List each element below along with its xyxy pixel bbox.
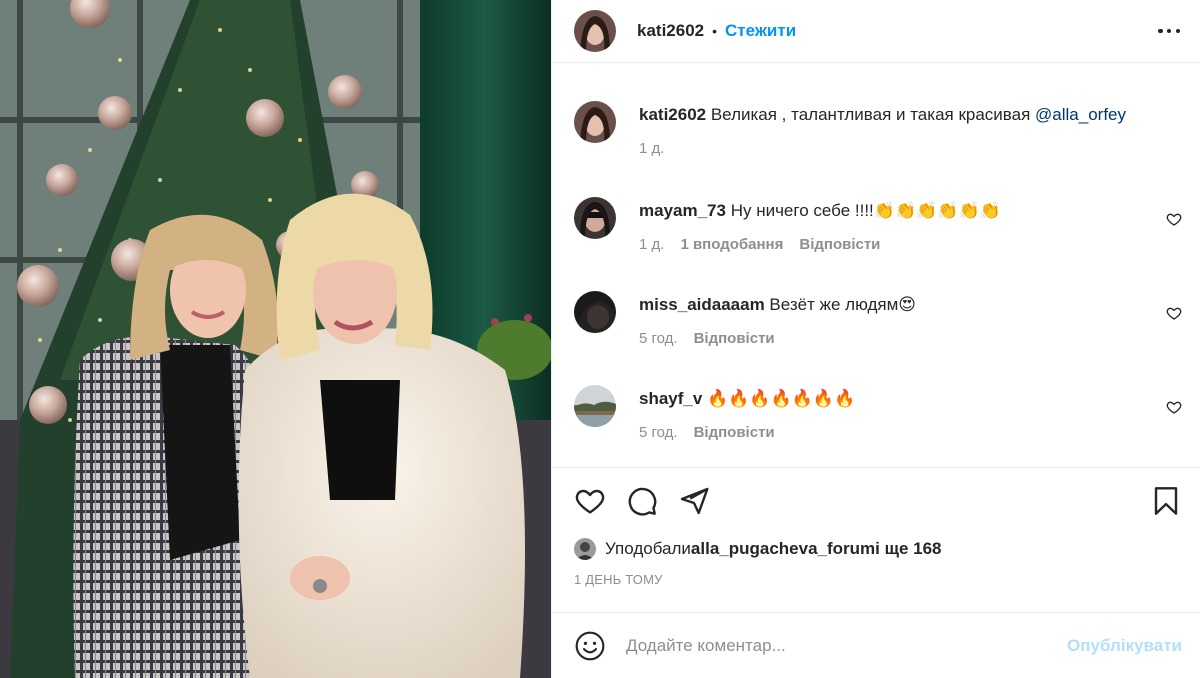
comment-text: Везёт же людям😍	[764, 295, 916, 314]
likes-summary: Уподобали alla_pugacheva_forum і ще 168	[552, 533, 1200, 565]
separator-dot: •	[712, 23, 718, 39]
publish-button[interactable]: Опублікувати	[1067, 636, 1182, 656]
like-comment-heart-icon[interactable]	[1166, 399, 1182, 415]
like-comment-heart-icon[interactable]	[1166, 305, 1182, 321]
caption-time[interactable]: 1 д.	[639, 140, 664, 157]
comment-avatar[interactable]	[574, 291, 616, 333]
like-comment-heart-icon[interactable]	[1166, 211, 1182, 227]
likes-prefix: Уподобали	[605, 539, 691, 558]
emoji-smiley-icon[interactable]	[574, 630, 606, 662]
post-dialog: kati2602 • Стежити kati2602 Великая , та…	[0, 0, 1200, 678]
reply-button[interactable]: Відповісти	[694, 424, 775, 441]
likes-more[interactable]: і ще 168	[875, 539, 941, 559]
reply-button[interactable]: Відповісти	[694, 330, 775, 347]
comment-avatar[interactable]	[574, 197, 616, 239]
comment-text: Ну ничего себе !!!!👏👏👏👏👏👏	[725, 201, 1001, 220]
comment-time[interactable]: 5 год.	[639, 330, 678, 347]
caption-mention[interactable]: @alla_orfey	[1035, 105, 1126, 124]
caption-row: kati2602 Великая , талантливая и такая к…	[574, 101, 1182, 157]
comment-avatar[interactable]	[574, 385, 616, 427]
liker-avatar[interactable]	[574, 538, 596, 560]
comment-author[interactable]: miss_aidaaaam	[639, 295, 765, 314]
action-bar	[552, 467, 1200, 533]
save-bookmark-icon[interactable]	[1150, 485, 1182, 517]
follow-button[interactable]: Стежити	[725, 21, 796, 41]
comment-author[interactable]: shayf_v	[639, 389, 702, 408]
share-paper-plane-icon[interactable]	[678, 485, 710, 517]
comment-author[interactable]: mayam_73	[639, 201, 726, 220]
more-options-icon[interactable]	[1158, 28, 1180, 34]
add-comment-bar: Опублікувати	[552, 612, 1200, 678]
caption-text: kati2602 Великая , талантливая и такая к…	[639, 104, 1182, 126]
comment-row: shayf_v 🔥🔥🔥🔥🔥🔥🔥 5 год. Відповісти	[574, 385, 1182, 441]
comment-row: miss_aidaaaam Везёт же людям😍 5 год. Від…	[574, 291, 1182, 347]
like-heart-icon[interactable]	[574, 485, 606, 517]
post-header: kati2602 • Стежити	[552, 0, 1200, 63]
comment-likes[interactable]: 1 вподобання	[680, 236, 783, 253]
post-photo-image	[0, 0, 551, 678]
caption-avatar[interactable]	[574, 101, 616, 143]
comment-time[interactable]: 5 год.	[639, 424, 678, 441]
caption-author[interactable]: kati2602	[639, 105, 706, 124]
likes-user[interactable]: alla_pugacheva_forum	[691, 539, 875, 559]
comment-bubble-icon[interactable]	[626, 485, 658, 517]
reply-button[interactable]: Відповісти	[799, 236, 880, 253]
comment-row: mayam_73 Ну ничего себе !!!!👏👏👏👏👏👏 1 д. …	[574, 197, 1182, 253]
author-avatar[interactable]	[574, 10, 616, 52]
author-username[interactable]: kati2602	[637, 21, 704, 41]
post-timestamp[interactable]: 1 ДЕНЬ ТОМУ	[552, 565, 1200, 595]
post-side-panel: kati2602 • Стежити kati2602 Великая , та…	[551, 0, 1200, 678]
comment-text: 🔥🔥🔥🔥🔥🔥🔥	[702, 389, 856, 408]
comments-section[interactable]: kati2602 Великая , талантливая и такая к…	[552, 63, 1200, 467]
post-photo[interactable]	[0, 0, 551, 678]
caption-body: Великая , талантливая и такая красивая	[706, 105, 1036, 124]
comment-input[interactable]	[626, 635, 1068, 656]
comment-time[interactable]: 1 д.	[639, 236, 664, 253]
